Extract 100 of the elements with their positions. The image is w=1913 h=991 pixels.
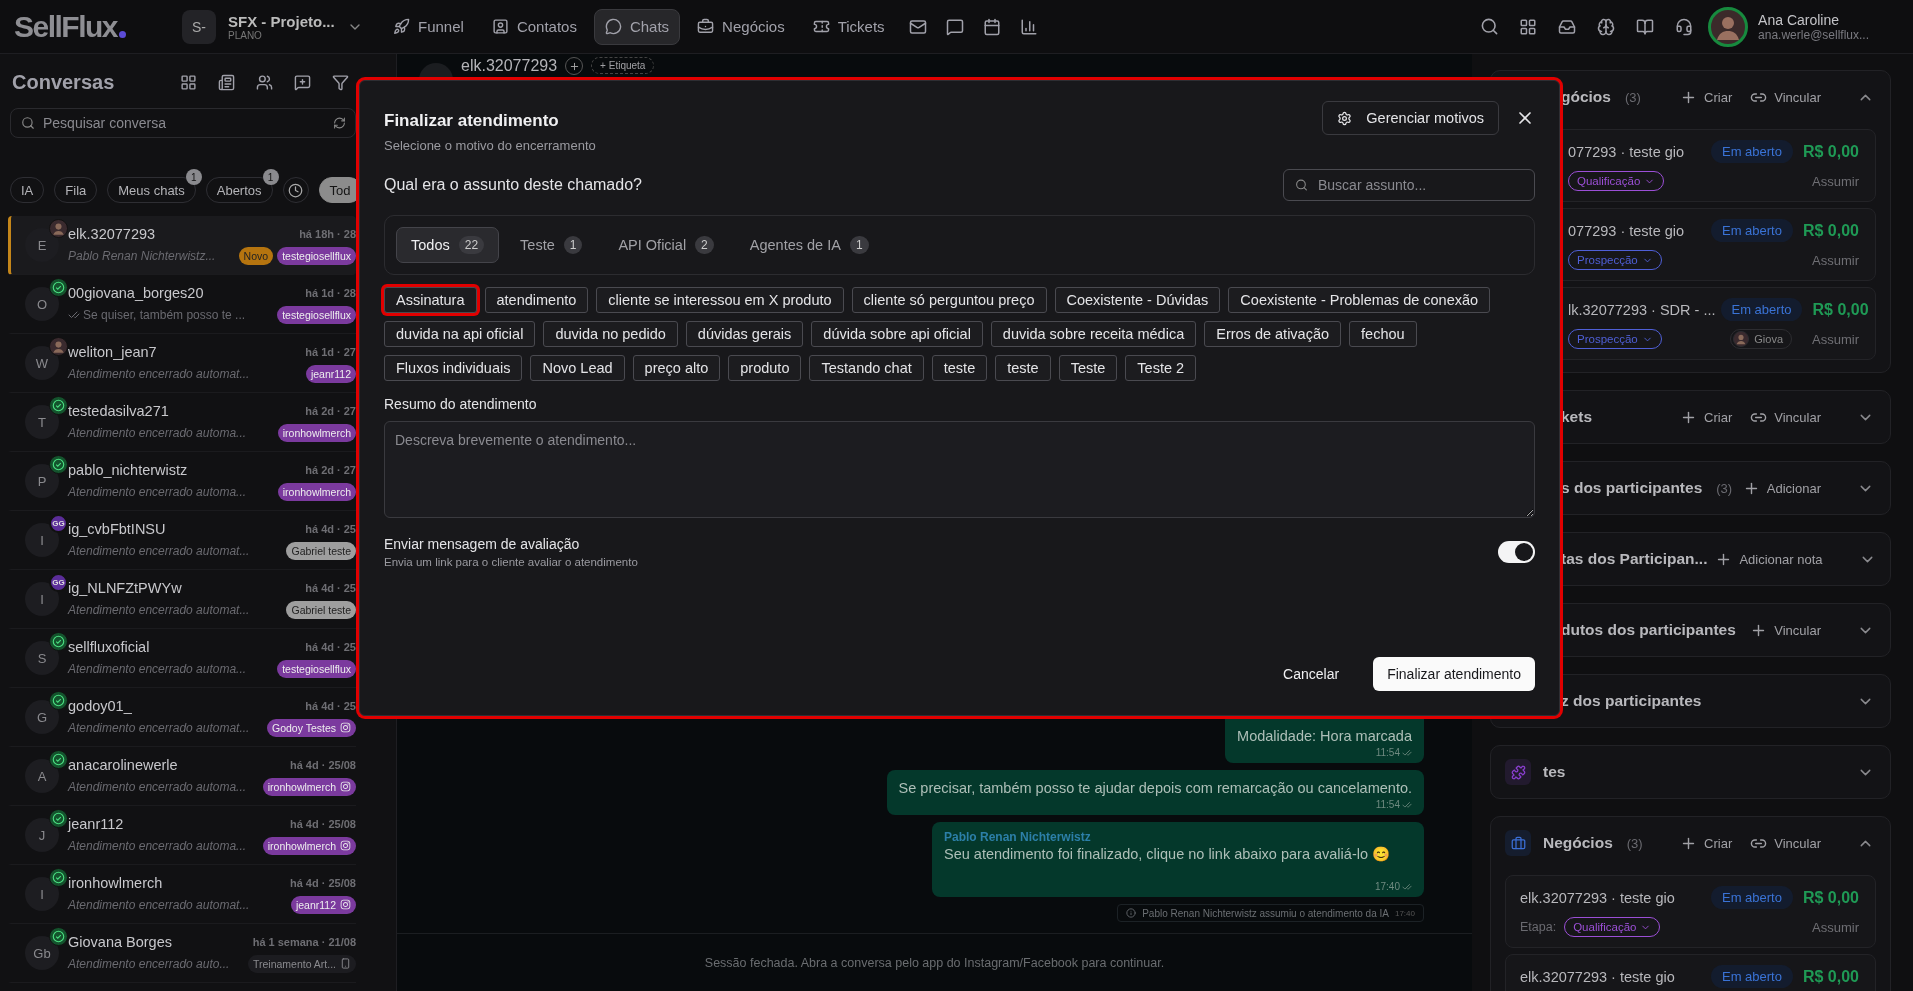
assume-button[interactable]: Assumir [1802,919,1859,935]
conversation-row[interactable]: W weliton_jean7 há 1d · 27 Atendimento encerrado automat... jeanr112 [8,334,356,393]
assume-button[interactable]: Assumir [1802,173,1859,189]
conversation-time: há 4d · 25 [305,699,356,712]
subject-chip[interactable]: Teste 2 [1125,355,1197,381]
category-tab[interactable]: API Oficial 2 [603,227,729,263]
section-title: tes [1543,763,1566,781]
manage-reasons-button[interactable]: Gerenciar motivos [1322,101,1499,135]
workspace-switcher[interactable]: S- SFX - Projeto... PLANO [182,9,382,44]
grid-icon [1519,17,1538,36]
headset-icon [1675,17,1694,36]
subject-chip[interactable]: duvida sobre receita médica [990,321,1197,347]
logo[interactable]: SellFlux [14,9,182,44]
message-preview: Atendimento encerrado automa... [68,484,247,499]
subject-chip[interactable]: teste [995,355,1051,381]
sidebar-title: Conversas [12,70,116,94]
subject-chip[interactable]: Assinatura [384,287,477,313]
subject-chip[interactable]: Testando chat [809,355,924,381]
conversation-row[interactable]: I GG ig_cvbFbtINSU há 4d · 25 Atendimento encerrado automat... Gabriel teste [8,511,356,570]
subject-chip[interactable]: Erros de ativação [1204,321,1342,347]
subject-chip[interactable]: cliente só perguntou preço [851,287,1047,313]
nav-link[interactable]: Contatos [480,8,588,45]
deal-value: R$ 0,00 [1802,967,1859,986]
subject-chip[interactable]: Coexistente - Problemas de conexão [1228,287,1491,313]
nav-link[interactable]: Chats [593,8,681,45]
subject-search-field[interactable]: Buscar assunto... [1283,169,1535,201]
add-action[interactable]: Adicionar nota [1715,550,1823,568]
add-action[interactable]: Adicionar [1742,479,1821,497]
subject-chip[interactable]: teste [931,355,988,381]
deal-value: R$ 0,00 [1812,300,1869,319]
subject-chip[interactable]: Teste [1058,355,1118,381]
rating-toggle[interactable] [1498,541,1535,563]
link-action[interactable]: Vincular [1750,834,1821,852]
subject-chip[interactable]: fechou [1349,321,1417,347]
category-tab[interactable]: Agentes de IA 1 [734,227,884,263]
subject-chip[interactable]: Coexistente - Dúvidas [1054,287,1221,313]
summary-field[interactable]: Descreva brevemente o atendimento... [384,421,1535,518]
conversation-time: há 2d · 27 [305,463,356,476]
conversation-row[interactable]: O 00giovana_borges20 há 1d · 28 Se quiser, também posso te ... testegiosellflux [8,275,356,334]
message-preview: Pablo Renan Nichterwistz... [68,248,216,263]
link-action[interactable]: Vincular [1750,88,1821,106]
message-text: Modalidade: Hora marcada [1237,728,1412,744]
subject-chip[interactable]: dúvidas gerais [685,321,804,347]
subject-chip[interactable]: produto [728,355,802,381]
subject-chip[interactable]: dúvida sobre api oficial [811,321,983,347]
subject-chip[interactable]: duvida na api oficial [384,321,536,347]
subject-chip[interactable]: preço alto [632,355,721,381]
deal-card[interactable]: elk.32077293 · teste gio Em aberto R$ 0,00 [1505,954,1876,991]
conversation-row[interactable]: P pablo_nichterwistz há 2d · 27 Atendimento encerrado automa... ironhowlmerch [8,452,356,511]
finish-button[interactable]: Finalizar atendimento [1373,657,1535,691]
avatar: S [25,641,59,675]
conversation-row[interactable]: Gb Giovana Borges há 1 semana · 21/08 Atendimento encerrado auto... Treinamento Art... [8,924,356,983]
contact-name: elk.32077293 [68,225,156,242]
message-time: 11:54 [1375,799,1400,810]
add-action[interactable]: Criar [1680,408,1733,426]
section-title: gócios [1561,88,1611,106]
count-badge: 1 [185,169,202,185]
category-tab[interactable]: Teste 1 [505,227,598,263]
conversation-row[interactable]: T testedasilva271 há 2d · 27 Atendimento encerrado automa... ironhowlmerch [8,393,356,452]
search-field[interactable]: Pesquisar conversa [10,108,356,138]
conversation-row[interactable]: E elk.32077293 há 18h · 28 Pablo Renan Nichterwistz... Novo testegiosellflux [8,216,356,275]
message-preview: Atendimento encerrado automa... [68,661,247,676]
assume-button[interactable]: Assumir [1802,252,1859,268]
link-action[interactable]: Vincular [1750,408,1821,426]
conversation-row[interactable]: I ironhowlmerch há 4d · 25/08 Atendimento encerrado automat... jeanr112 [8,865,356,924]
nav-link[interactable]: Funnel [382,8,475,45]
subject-chip[interactable]: atendimento [484,287,589,313]
conversation-row[interactable]: J jeanr112 há 4d · 25/08 Atendimento encerrado automa... ironhowlmerch [8,806,356,865]
subject-chip[interactable]: Novo Lead [530,355,625,381]
tag: Novo [238,246,274,265]
new-chat-icon [293,73,311,91]
section-title: Negócios [1543,834,1613,852]
avatar: Gb [25,936,59,970]
add-action[interactable]: Vincular [1750,621,1821,639]
contact-name: weliton_jean7 [68,343,157,360]
user-name: Ana Caroline [1758,11,1841,28]
conversation-row[interactable]: S sellfluxoficial há 4d · 25 Atendimento encerrado automa... testegiosellflux [8,629,356,688]
add-action[interactable]: Criar [1680,88,1733,106]
avatar-photo-icon [49,337,68,356]
nav-link[interactable]: Tickets [801,8,896,45]
conversation-row[interactable]: G godoy01_ há 4d · 25 Atendimento encerrado automat... Godoy Testes [8,688,356,747]
subject-chip[interactable]: duvida no pedido [543,321,678,347]
status-check-icon [49,632,68,651]
cancel-button[interactable]: Cancelar [1269,657,1354,691]
nav-link[interactable]: Negócios [686,8,796,45]
conversation-row[interactable]: A anacarolinewerle há 4d · 25/08 Atendimento encerrado automa... ironhowlmerch [8,747,356,806]
tag: jeanr112 [290,895,356,914]
subject-chip[interactable]: Fluxos individuais [384,355,523,381]
conversation-row[interactable]: I GG ig_NLNFZtPWYw há 4d · 25 Atendimento encerrado automat... Gabriel teste [8,570,356,629]
subject-chip[interactable]: cliente se interessou em X produto [596,287,844,313]
deal-card[interactable]: elk.32077293 · teste gio Em aberto R$ 0,00 Etapa: Qualificação Assumir [1505,875,1876,948]
tag: jeanr112 [305,364,356,383]
inbox-icon [1558,17,1577,36]
category-tab[interactable]: Todos 22 [396,227,500,263]
avatar-badge: GG [49,573,68,592]
add-action[interactable]: Criar [1680,834,1733,852]
user-avatar[interactable] [1708,6,1749,47]
mail-icon [908,17,927,36]
assume-button[interactable]: Assumir [1802,331,1859,347]
message-preview: Atendimento encerrado automat... [68,543,250,558]
